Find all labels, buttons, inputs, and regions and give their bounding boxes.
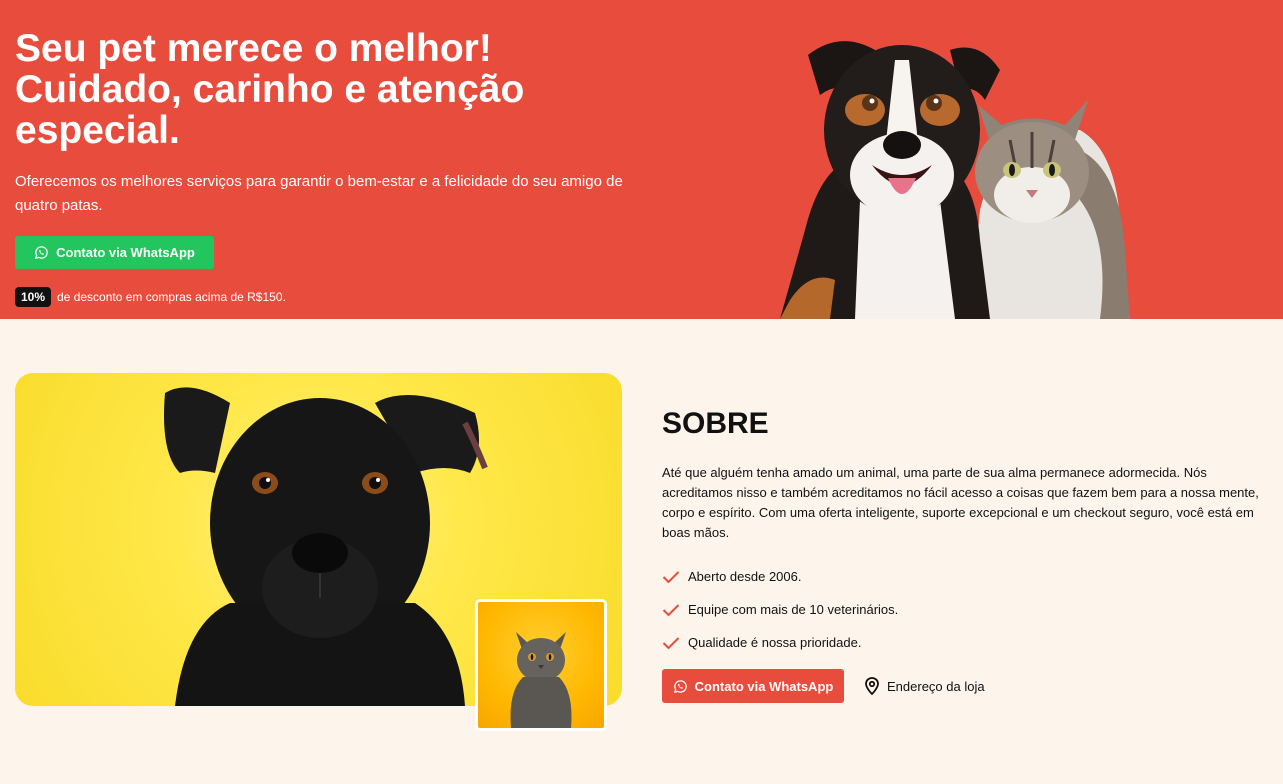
discount-text: de desconto em compras acima de R$150. [57, 290, 286, 304]
hero-title-line-3: especial. [15, 109, 180, 152]
discount-badge: 10% [15, 287, 52, 307]
gray-cat-illustration [510, 632, 572, 728]
checklist-item: Aberto desde 2006. [662, 560, 898, 593]
hero-whatsapp-button-label: Contato via WhatsApp [56, 245, 195, 260]
hero-title: Seu pet merece o melhor! Cuidado, carinh… [15, 28, 655, 151]
about-description: Até que alguém tenha amado um animal, um… [662, 465, 1259, 540]
hero-title-line-2: Cuidado, carinho e atenção [15, 68, 525, 111]
whatsapp-icon [673, 679, 688, 694]
checklist-item: Qualidade é nossa prioridade. [662, 626, 898, 659]
about-whatsapp-button-label: Contato via WhatsApp [694, 678, 834, 694]
discount-banner: 10% de desconto em compras acima de R$15… [15, 287, 286, 307]
checklist-item: Equipe com mais de 10 veterinários. [662, 593, 898, 626]
location-pin-icon [864, 677, 880, 695]
hero-subtitle: Oferecemos os melhores serviços para gar… [15, 173, 623, 214]
checklist-item-label: Qualidade é nossa prioridade. [688, 635, 862, 650]
hero-title-line-1: Seu pet merece o melhor! [15, 27, 492, 70]
store-address-link[interactable]: Endereço da loja [864, 675, 985, 697]
checklist-item-label: Aberto desde 2006. [688, 569, 802, 584]
store-address-label: Endereço da loja [887, 678, 985, 694]
whatsapp-icon [34, 245, 49, 260]
about-whatsapp-button[interactable]: Contato via WhatsApp [662, 669, 844, 703]
hero-dog-and-cat-image [780, 41, 1130, 319]
about-checklist: Aberto desde 2006. Equipe com mais de 10… [662, 560, 898, 659]
hero-whatsapp-button[interactable]: Contato via WhatsApp [15, 236, 214, 269]
about-title: SOBRE [662, 407, 769, 440]
check-icon [662, 636, 680, 650]
about-cat-thumbnail [475, 599, 607, 731]
checklist-item-label: Equipe com mais de 10 veterinários. [688, 602, 899, 617]
check-icon [662, 570, 680, 584]
check-icon [662, 603, 680, 617]
hero-section: Seu pet merece o melhor! Cuidado, carinh… [0, 0, 1283, 319]
